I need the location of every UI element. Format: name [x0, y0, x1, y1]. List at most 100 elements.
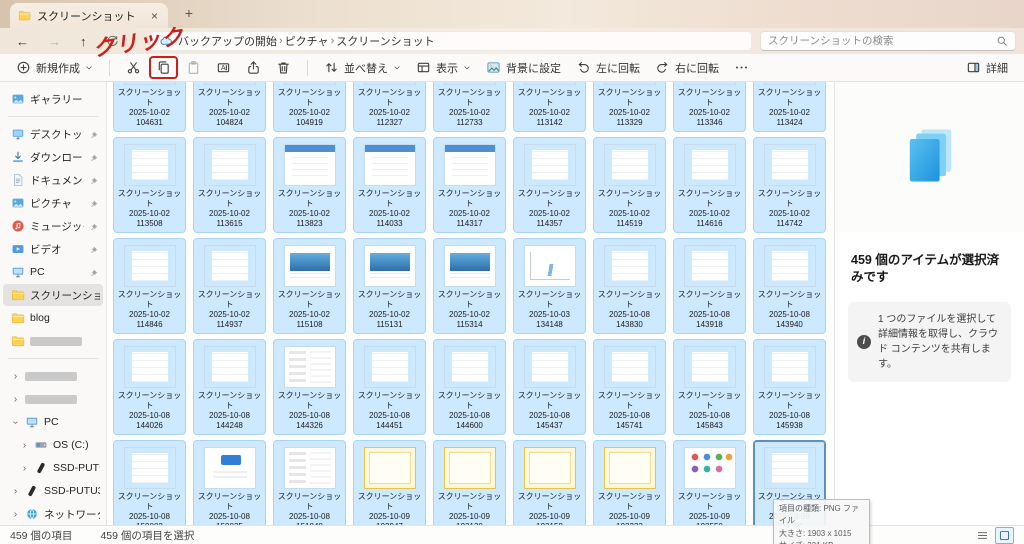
- file-item[interactable]: スクリーンショット2025-10-02113508: [113, 137, 186, 233]
- file-item[interactable]: スクリーンショット2025-10-02114357: [513, 137, 586, 233]
- toolbar-more-button[interactable]: [728, 57, 755, 78]
- toolbar-copy-button[interactable]: [150, 57, 177, 78]
- file-item[interactable]: スクリーンショット2025-10-02113346: [673, 82, 746, 132]
- chevron-icon[interactable]: ›: [11, 486, 20, 497]
- sidebar-item-music[interactable]: ミュージック: [3, 215, 103, 237]
- file-item[interactable]: スクリーンショット2025-10-02114616: [673, 137, 746, 233]
- file-item[interactable]: スクリーンショット2025-10-08143940: [753, 238, 826, 334]
- toolbar-cut-button[interactable]: [120, 57, 147, 78]
- file-item[interactable]: スクリーンショット2025-10-08145437: [513, 339, 586, 435]
- toolbar-set-background-button[interactable]: 背景に設定: [480, 57, 567, 79]
- sidebar-item-pictures[interactable]: ピクチャ: [3, 192, 103, 214]
- file-item[interactable]: スクリーンショット2025-10-02113142: [513, 82, 586, 132]
- file-item[interactable]: スクリーンショット2025-10-02104631: [113, 82, 186, 132]
- file-item[interactable]: スクリーンショット2025-10-08145938: [753, 339, 826, 435]
- file-item[interactable]: スクリーンショット2025-10-02114846: [113, 238, 186, 334]
- chevron-icon[interactable]: ›: [20, 463, 29, 474]
- file-item[interactable]: スクリーンショット2025-10-09193158: [513, 440, 586, 525]
- file-item[interactable]: スクリーンショット2025-10-08143918: [673, 238, 746, 334]
- chevron-icon[interactable]: ›: [11, 509, 20, 520]
- file-item[interactable]: スクリーンショット2025-10-02115108: [273, 238, 346, 334]
- breadcrumb-separator-icon: ›: [329, 35, 337, 47]
- file-item[interactable]: スクリーンショット2025-10-08144600: [433, 339, 506, 435]
- toolbar-sort-button[interactable]: 並べ替え: [318, 57, 407, 79]
- sidebar-item-desktop[interactable]: デスクトップ: [3, 123, 103, 145]
- file-item[interactable]: スクリーンショット2025-10-09193550: [673, 440, 746, 525]
- toolbar-delete-button[interactable]: [270, 57, 297, 78]
- tab-screenshots[interactable]: スクリーンショット ×: [10, 3, 168, 28]
- chevron-icon[interactable]: ›: [10, 418, 21, 427]
- toolbar-rotate-right-button[interactable]: 右に回転: [649, 57, 725, 79]
- search-input[interactable]: [768, 35, 996, 47]
- file-item[interactable]: スクリーンショット2025-10-02115131: [353, 238, 426, 334]
- sidebar-item-redacted-folder[interactable]: [3, 330, 103, 352]
- sidebar-item-blog[interactable]: blog: [3, 307, 103, 329]
- address-bar[interactable]: バックアップの開始›ピクチャ›スクリーンショット: [150, 31, 752, 51]
- file-item[interactable]: スクリーンショット2025-10-02114937: [193, 238, 266, 334]
- sidebar-item-videos[interactable]: ビデオ: [3, 238, 103, 260]
- toolbar-rotate-left-button[interactable]: 左に回転: [570, 57, 646, 79]
- file-item[interactable]: スクリーンショット2025-10-02114519: [593, 137, 666, 233]
- up-button[interactable]: ↑: [80, 34, 87, 49]
- breadcrumb-item[interactable]: バックアップの開始: [178, 33, 277, 49]
- back-button[interactable]: ←: [16, 34, 29, 49]
- file-item[interactable]: スクリーンショット2025-10-08151848: [273, 440, 346, 525]
- sidebar-item-network[interactable]: ›ネットワーク: [3, 503, 103, 525]
- file-item[interactable]: スクリーンショット2025-10-02112733: [433, 82, 506, 132]
- file-item[interactable]: スクリーンショット2025-10-09193130: [433, 440, 506, 525]
- file-item[interactable]: スクリーンショット2025-10-02113823: [273, 137, 346, 233]
- sidebar-item-pc-tree[interactable]: ›PC: [3, 411, 103, 433]
- file-item[interactable]: スクリーンショット2025-10-03134148: [513, 238, 586, 334]
- file-item[interactable]: スクリーンショット2025-10-08150002: [113, 440, 186, 525]
- sidebar-item-pc-pinned[interactable]: PC: [3, 261, 103, 283]
- file-item[interactable]: スクリーンショット2025-10-02112327: [353, 82, 426, 132]
- toolbar-rename-button[interactable]: A: [210, 57, 237, 78]
- file-item[interactable]: スクリーンショット2025-10-08145741: [593, 339, 666, 435]
- file-item[interactable]: スクリーンショット2025-10-02115314: [433, 238, 506, 334]
- tab-close-icon[interactable]: ×: [149, 9, 160, 23]
- chevron-icon[interactable]: ›: [11, 371, 20, 382]
- sidebar-item-os-c[interactable]: ›OS (C:): [3, 434, 103, 456]
- chevron-down-icon: [393, 64, 401, 72]
- sidebar-item-gallery[interactable]: ギャラリー: [3, 88, 103, 110]
- sidebar-item-ssd-1[interactable]: ›SSD-PUTU3C (: [3, 457, 103, 479]
- file-item[interactable]: スクリーンショット2025-10-08144326: [273, 339, 346, 435]
- file-item[interactable]: スクリーンショット2025-10-09193233: [593, 440, 666, 525]
- sidebar-item-ssd-2[interactable]: ›SSD-PUTU3C (D: [3, 480, 103, 502]
- file-item[interactable]: スクリーンショット2025-10-08143830: [593, 238, 666, 334]
- file-item[interactable]: スクリーンショット2025-10-02113424: [753, 82, 826, 132]
- file-item[interactable]: スクリーンショット2025-10-08150035: [193, 440, 266, 525]
- refresh-icon[interactable]: [106, 35, 119, 48]
- new-tab-button[interactable]: +: [180, 5, 198, 21]
- sidebar-item-documents[interactable]: ドキュメント: [3, 169, 103, 191]
- sidebar-item-redacted-1[interactable]: ›: [3, 365, 103, 387]
- toolbar-share-button[interactable]: [240, 57, 267, 78]
- list-view-icon[interactable]: [976, 529, 989, 542]
- file-item[interactable]: スクリーンショット2025-10-02104919: [273, 82, 346, 132]
- chevron-icon[interactable]: ›: [20, 440, 29, 451]
- file-item[interactable]: スクリーンショット2025-10-02114317: [433, 137, 506, 233]
- sidebar-item-screenshots[interactable]: スクリーンショット: [3, 284, 103, 306]
- toolbar-new-button[interactable]: 新規作成: [10, 57, 99, 79]
- sidebar-item-downloads[interactable]: ダウンロード: [3, 146, 103, 168]
- file-item[interactable]: スクリーンショット2025-10-02113615: [193, 137, 266, 233]
- file-item[interactable]: スクリーンショット2025-10-02113329: [593, 82, 666, 132]
- toolbar-details-button[interactable]: 詳細: [960, 57, 1014, 79]
- toolbar-view-button[interactable]: 表示: [410, 57, 477, 79]
- file-item[interactable]: スクリーンショット2025-10-08144026: [113, 339, 186, 435]
- sidebar-item-redacted-2[interactable]: ›: [3, 388, 103, 410]
- file-item[interactable]: スクリーンショット2025-10-02114033: [353, 137, 426, 233]
- thumbnail-view-icon[interactable]: [995, 527, 1014, 544]
- file-item[interactable]: スクリーンショット2025-10-02104824: [193, 82, 266, 132]
- file-thumbnail: [604, 82, 656, 85]
- file-item[interactable]: スクリーンショット2025-10-09192947: [353, 440, 426, 525]
- file-item[interactable]: スクリーンショット2025-10-08144451: [353, 339, 426, 435]
- breadcrumb-item[interactable]: ピクチャ: [285, 33, 329, 49]
- chevron-icon[interactable]: ›: [11, 394, 20, 405]
- file-item[interactable]: スクリーンショット2025-10-08145843: [673, 339, 746, 435]
- search-box[interactable]: [760, 31, 1016, 51]
- delete-icon: [276, 60, 291, 75]
- file-item[interactable]: スクリーンショット2025-10-08144248: [193, 339, 266, 435]
- file-item[interactable]: スクリーンショット2025-10-02114742: [753, 137, 826, 233]
- breadcrumb-item[interactable]: スクリーンショット: [336, 33, 434, 49]
